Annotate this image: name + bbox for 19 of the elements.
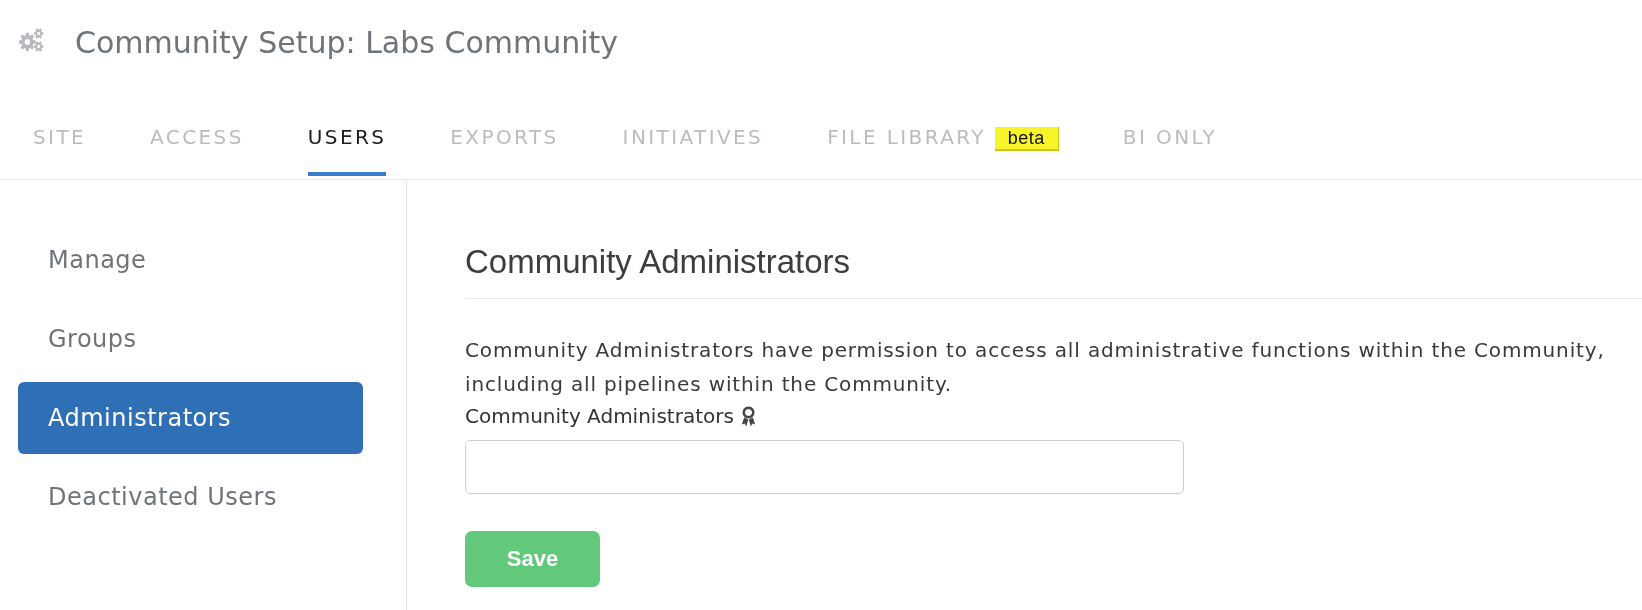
nav-tab[interactable]: BI ONLY xyxy=(1122,86,1218,176)
section-description: Community Administrators have permission to access all administrative functions within the Community, including all pipelines within the Community. xyxy=(465,337,1606,398)
nav-tab[interactable]: INITIATIVES xyxy=(622,86,764,176)
sidebar-item[interactable]: Groups xyxy=(18,303,363,375)
sidebar-item[interactable]: Manage xyxy=(18,224,363,296)
nav-tab[interactable]: FILE LIBRARY xyxy=(827,86,986,176)
nav-tab[interactable]: SITE xyxy=(33,86,87,176)
sidebar-item[interactable]: Administrators xyxy=(18,382,363,454)
sidebar-item[interactable]: Deactivated Users xyxy=(18,461,363,533)
award-icon xyxy=(740,405,756,427)
section-heading: Community Administrators xyxy=(465,244,1642,299)
input-field[interactable] xyxy=(465,440,1184,494)
beta-badge: beta xyxy=(994,127,1059,151)
nav-tab[interactable]: EXPORTS xyxy=(450,86,559,176)
nav-tab[interactable]: ACCESS xyxy=(150,86,244,176)
nav-tab[interactable]: USERS xyxy=(307,86,387,176)
field-label: Community Administrators xyxy=(465,403,734,430)
page-title: Community Setup: Labs Community xyxy=(75,24,619,62)
save-button[interactable]: Save xyxy=(465,531,600,587)
